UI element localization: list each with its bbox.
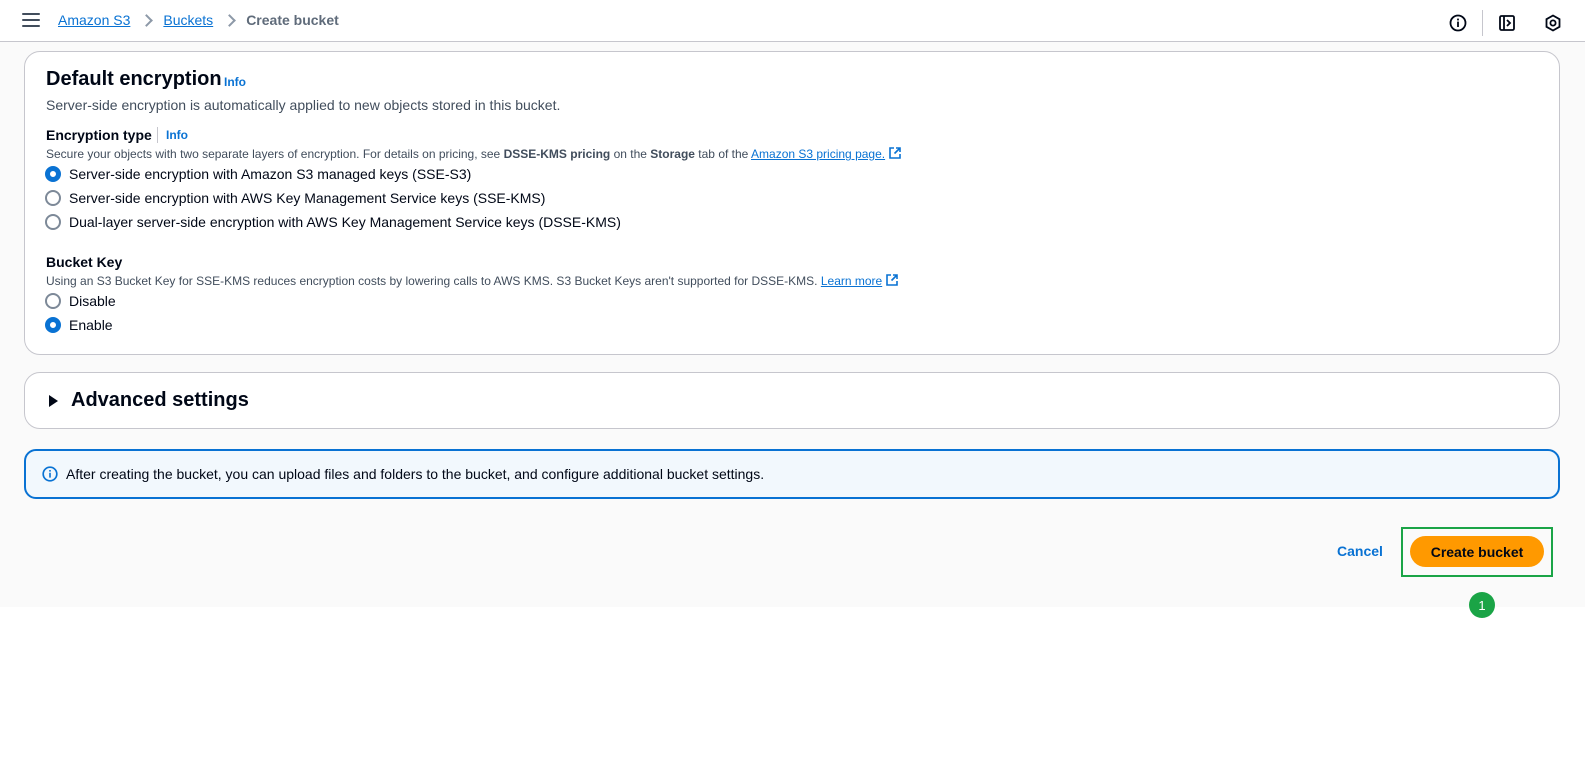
menu-icon[interactable] (22, 13, 40, 29)
feedback-panel-icon[interactable] (1497, 13, 1517, 33)
encryption-type-desc-text: tab of the (694, 147, 752, 161)
advanced-settings-expander[interactable]: Advanced settings (24, 372, 1560, 429)
info-alert: After creating the bucket, you can uploa… (24, 449, 1560, 499)
caret-right-icon[interactable] (49, 395, 58, 407)
radio-button[interactable] (45, 190, 61, 206)
learn-more-link[interactable]: Learn more (821, 274, 882, 288)
radio-label: Disable (69, 293, 116, 309)
radio-button-checked[interactable] (45, 317, 61, 333)
encryption-type-info-link[interactable]: Info (166, 128, 188, 142)
breadcrumb: Amazon S3 Buckets Create bucket (58, 12, 339, 28)
radio-label: Enable (69, 317, 113, 333)
radio-sse-kms[interactable]: Server-side encryption with AWS Key Mana… (45, 190, 545, 206)
top-navigation: Amazon S3 Buckets Create bucket (0, 0, 1585, 42)
main-content: Default encryption Info Server-side encr… (0, 42, 1585, 607)
radio-label: Server-side encryption with AWS Key Mana… (69, 190, 546, 206)
bucket-key-desc-text: Using an S3 Bucket Key for SSE-KMS reduc… (46, 274, 821, 288)
encryption-type-desc-text: on the (610, 147, 651, 161)
encryption-type-desc-bold: DSSE-KMS pricing (503, 147, 611, 161)
external-link-icon (889, 147, 901, 159)
label-divider (157, 127, 158, 143)
breadcrumb-buckets[interactable]: Buckets (163, 12, 213, 28)
encryption-type-desc-text: Secure your objects with two separate la… (46, 147, 504, 161)
default-encryption-description: Server-side encryption is automatically … (46, 97, 561, 113)
radio-label: Server-side encryption with Amazon S3 ma… (69, 166, 472, 182)
annotation-step-badge: 1 (1469, 592, 1495, 618)
radio-sse-s3[interactable]: Server-side encryption with Amazon S3 ma… (45, 166, 471, 182)
settings-hex-icon[interactable] (1543, 13, 1563, 33)
default-encryption-title: Default encryption (46, 68, 222, 90)
info-icon[interactable] (1448, 13, 1468, 33)
radio-bucket-key-enable[interactable]: Enable (45, 317, 113, 333)
bucket-key-description: Using an S3 Bucket Key for SSE-KMS reduc… (46, 274, 899, 288)
encryption-type-label: Encryption type (46, 127, 152, 143)
default-encryption-panel: Default encryption Info Server-side encr… (24, 51, 1560, 355)
breadcrumb-current: Create bucket (246, 12, 339, 28)
radio-dsse-kms[interactable]: Dual-layer server-side encryption with A… (45, 214, 621, 230)
advanced-settings-title[interactable]: Advanced settings (71, 389, 249, 412)
s3-pricing-link[interactable]: Amazon S3 pricing page. (751, 147, 885, 161)
encryption-type-description: Secure your objects with two separate la… (46, 147, 901, 161)
bucket-key-label: Bucket Key (46, 254, 123, 270)
radio-button[interactable] (45, 293, 61, 309)
chevron-right-icon (140, 13, 154, 27)
toolbar-divider (1482, 10, 1483, 36)
info-circle-icon (42, 466, 58, 482)
create-bucket-button[interactable]: Create bucket (1410, 536, 1544, 567)
chevron-right-icon (223, 13, 237, 27)
breadcrumb-amazon-s3[interactable]: Amazon S3 (58, 12, 130, 28)
encryption-type-desc-bold: Storage (650, 147, 695, 161)
alert-text: After creating the bucket, you can uploa… (66, 466, 765, 482)
cancel-button[interactable]: Cancel (1337, 543, 1383, 559)
default-encryption-info-link[interactable]: Info (224, 75, 246, 89)
external-link-icon (886, 274, 899, 286)
radio-bucket-key-disable[interactable]: Disable (45, 293, 116, 309)
radio-button[interactable] (45, 214, 61, 230)
radio-label: Dual-layer server-side encryption with A… (69, 214, 621, 230)
radio-button-checked[interactable] (45, 166, 61, 182)
